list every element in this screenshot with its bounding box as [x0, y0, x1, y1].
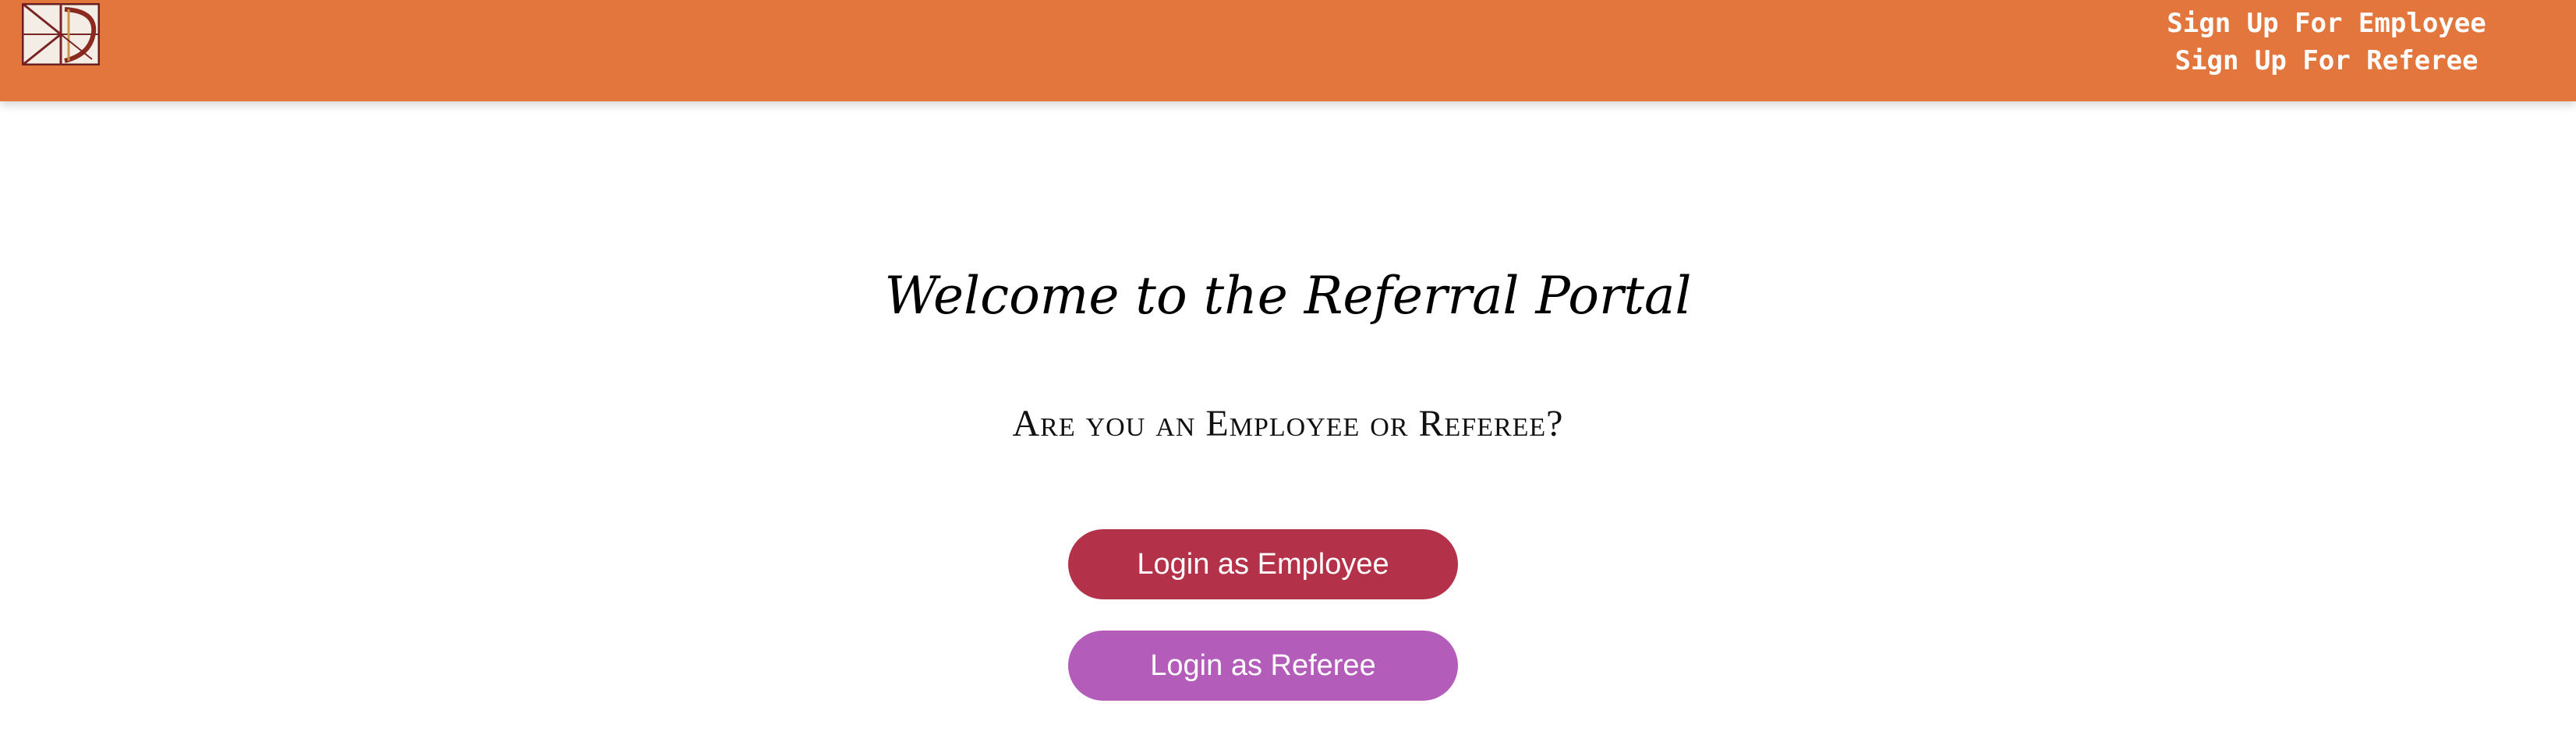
- signup-referee-link[interactable]: Sign Up For Referee: [2155, 42, 2498, 80]
- top-navbar: Sign Up For Employee Sign Up For Referee: [0, 0, 2576, 101]
- login-employee-button[interactable]: Login as Employee: [1068, 529, 1458, 599]
- login-referee-button[interactable]: Login as Referee: [1068, 631, 1458, 701]
- signup-employee-link[interactable]: Sign Up For Employee: [2155, 5, 2498, 42]
- role-question: Are you an Employee or Referee?: [1012, 403, 1564, 444]
- page-title: Welcome to the Referral Portal: [884, 266, 1692, 326]
- main-content: Welcome to the Referral Portal Are you a…: [0, 101, 2576, 742]
- logo-icon[interactable]: [22, 3, 100, 65]
- signup-nav: Sign Up For Employee Sign Up For Referee: [2155, 5, 2498, 80]
- hd-monogram-logo-icon: [22, 3, 100, 65]
